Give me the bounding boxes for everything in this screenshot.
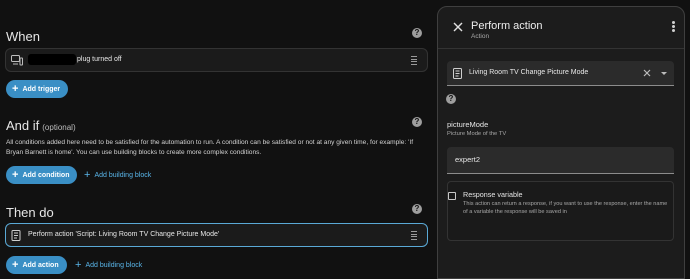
help-icon[interactable]: ? — [446, 94, 456, 104]
redacted-device-name — [28, 54, 76, 65]
automation-editor: When ? plug turned off + Add trigger And… — [0, 0, 430, 279]
add-building-block-button[interactable]: + Add building block — [75, 256, 142, 274]
action-card[interactable]: Perform action 'Script: Living Room TV C… — [5, 223, 428, 247]
add-trigger-button[interactable]: + Add trigger — [6, 80, 69, 98]
add-condition-button[interactable]: + Add condition — [6, 166, 78, 184]
drag-handle-icon[interactable] — [411, 56, 417, 65]
panel-subtitle: Action — [471, 33, 490, 40]
perform-action-panel: Perform action Action Living Room TV Cha… — [437, 6, 685, 279]
dropdown-caret-icon[interactable] — [661, 72, 667, 75]
help-icon[interactable]: ? — [412, 28, 422, 38]
and-if-section-title: And if (optional) — [6, 118, 76, 133]
trigger-card[interactable]: plug turned off — [5, 48, 428, 72]
checkbox-icon[interactable] — [448, 192, 456, 200]
conditions-description: All conditions added here need to be sat… — [6, 139, 414, 156]
trigger-text: plug turned off — [77, 56, 122, 63]
script-icon — [453, 68, 462, 79]
add-action-label: Add action — [22, 261, 59, 269]
clear-icon[interactable] — [643, 69, 651, 77]
and-if-title: And if — [6, 118, 40, 133]
device-trigger-icon — [11, 55, 23, 66]
action-select[interactable]: Living Room TV Change Picture Mode — [447, 61, 674, 86]
add-trigger-label: Add trigger — [22, 85, 61, 93]
response-variable-title: Response variable — [463, 190, 523, 199]
response-variable-section: Response variable This action can return… — [447, 181, 674, 241]
then-do-section-title: Then do — [6, 205, 54, 220]
add-condition-label: Add condition — [22, 171, 70, 179]
add-building-block-label: Add building block — [94, 171, 152, 179]
close-icon[interactable] — [453, 22, 463, 32]
help-icon[interactable]: ? — [412, 117, 422, 127]
action-text: Perform action 'Script: Living Room TV C… — [28, 231, 220, 238]
plus-icon: + — [12, 168, 19, 181]
response-variable-description: This action can return a response, if yo… — [463, 201, 668, 215]
optional-label: (optional) — [42, 123, 76, 132]
help-icon[interactable]: ? — [412, 204, 422, 214]
script-icon — [11, 230, 21, 241]
when-section-title: When — [6, 29, 40, 44]
more-vert-icon[interactable] — [672, 21, 675, 32]
picture-mode-input[interactable] — [455, 155, 655, 164]
picture-mode-field[interactable] — [447, 147, 674, 174]
plus-icon: + — [12, 258, 19, 271]
add-building-block-label: Add building block — [85, 261, 143, 269]
picture-mode-label: pictureMode — [447, 120, 489, 129]
plus-icon: + — [12, 82, 19, 95]
plus-icon: + — [75, 258, 82, 271]
when-title: When — [6, 29, 40, 44]
then-do-title: Then do — [6, 205, 54, 220]
plus-icon: + — [84, 168, 91, 181]
add-action-button[interactable]: + Add action — [6, 256, 67, 274]
drag-handle-icon[interactable] — [411, 231, 417, 240]
panel-divider — [438, 48, 684, 49]
picture-mode-helper: Picture Mode of the TV — [447, 131, 507, 137]
panel-title: Perform action — [471, 20, 543, 32]
action-select-value: Living Room TV Change Picture Mode — [469, 69, 589, 76]
add-building-block-button[interactable]: + Add building block — [84, 166, 151, 184]
